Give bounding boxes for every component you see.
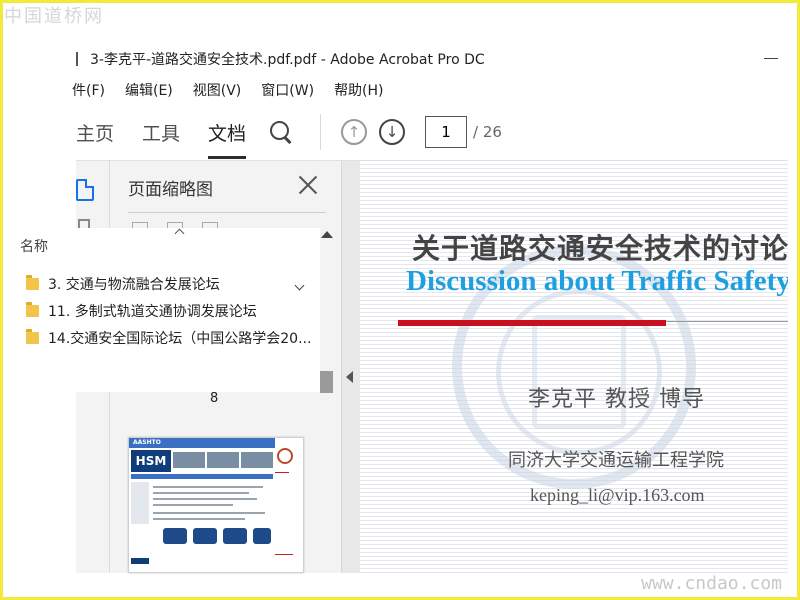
document-icon (76, 52, 84, 66)
menu-edit[interactable]: 编辑(E) (125, 80, 173, 100)
popup-header: 名称 (20, 239, 48, 255)
list-item[interactable]: 14.交通安全国际论坛（中国公路学会20... (26, 324, 320, 351)
page-thumbnail[interactable]: AASHTO HSM (128, 437, 304, 573)
pdf-email: keping_li@vip.163.com (530, 485, 705, 505)
tab-document[interactable]: 文档 (208, 119, 247, 159)
window-titlebar: 3-李克平-道路交通安全技术.pdf.pdf - Adobe Acrobat P… (76, 44, 788, 74)
bookmark-label: 14.交通安全国际论坛（中国公路学会20... (48, 330, 312, 347)
list-item[interactable]: 3. 交通与物流融合发展论坛 (26, 270, 320, 297)
bookmark-label: 3. 交通与物流融合发展论坛 (48, 276, 220, 293)
folder-icon (26, 328, 39, 344)
thumbnail-scrollbar[interactable] (318, 231, 336, 571)
tab-home[interactable]: 主页 (76, 119, 114, 146)
window-title: 3-李克平-道路交通安全技术.pdf.pdf - Adobe Acrobat P… (90, 52, 485, 68)
thumb-text-line (153, 512, 265, 514)
bookmark-list: 3. 交通与物流融合发展论坛 11. 多制式轨道交通协调发展论坛 14.交通安全… (26, 270, 320, 351)
pdf-affiliation: 同济大学交通运输工程学院 (508, 450, 724, 471)
site-watermark-bottom: www.cndao.com (641, 573, 782, 594)
menu-file[interactable]: 件(F) (72, 80, 105, 100)
thumb-photo-strip (173, 452, 273, 468)
thumb-tile (253, 528, 271, 544)
pdf-thin-rule (666, 321, 788, 322)
minimize-button[interactable] (764, 58, 778, 59)
tab-tools[interactable]: 工具 (142, 119, 180, 146)
scroll-up-icon[interactable] (321, 231, 333, 238)
previous-page-icon[interactable]: ↑ (341, 119, 368, 145)
document-area[interactable]: 关于道路交通安全技术的讨论 Discussion about Traffic S… (342, 161, 788, 573)
thumb-text-line (153, 504, 233, 506)
site-watermark-top: 中国道桥网 (4, 6, 104, 27)
thumb-sidebar (131, 482, 149, 524)
folder-icon (26, 301, 39, 317)
thumb-text-line (153, 498, 257, 500)
thumb-header: AASHTO (129, 438, 275, 448)
bookmark-popup: 名称 3. 交通与物流融合发展论坛 11. 多制式轨道交通协调发展论坛 14.交… (0, 228, 320, 392)
thumb-hsm-logo: HSM (131, 450, 171, 472)
list-item[interactable]: 11. 多制式轨道交通协调发展论坛 (26, 297, 320, 324)
thumb-text-line (153, 492, 249, 494)
thumb-blue-bar (131, 474, 273, 479)
thumb-red-rule-bottom (275, 554, 293, 555)
menu-bar: 件(F) 编辑(E) 视图(V) 窗口(W) 帮助(H) (72, 78, 788, 102)
main-toolbar: 主页 工具 文档 ↑ ↓ / 26 (76, 104, 788, 160)
panel-title: 页面缩略图 (128, 180, 213, 200)
chevron-up-icon[interactable] (174, 228, 185, 239)
folder-icon (26, 274, 39, 290)
scroll-thumb[interactable] (320, 371, 333, 393)
toolbar-divider (320, 114, 322, 150)
panel-divider (128, 212, 326, 213)
thumb-tile (163, 528, 187, 544)
next-page-icon[interactable]: ↓ (379, 119, 406, 145)
thumb-text-line (153, 486, 263, 488)
bookmark-label: 11. 多制式轨道交通协调发展论坛 (48, 303, 257, 320)
thumb-red-rule (275, 472, 289, 473)
search-icon[interactable] (268, 119, 294, 145)
thumb-tile (223, 528, 247, 544)
menu-view[interactable]: 视图(V) (193, 80, 242, 100)
pdf-author: 李克平 教授 博导 (528, 387, 705, 412)
menu-help[interactable]: 帮助(H) (334, 80, 383, 100)
pdf-red-rule (398, 320, 666, 326)
pdf-title-chinese: 关于道路交通安全技术的讨论 (412, 232, 788, 265)
thumb-footer-logo (131, 558, 149, 564)
page-total: / 26 (473, 123, 502, 141)
page-thumbnails-icon[interactable] (76, 179, 94, 201)
thumbnail-page-number: 8 (210, 391, 219, 406)
thumb-text-line (153, 518, 245, 520)
thumb-seal-icon (277, 448, 293, 464)
collapse-panel-icon[interactable] (346, 371, 353, 383)
pdf-page[interactable]: 关于道路交通安全技术的讨论 Discussion about Traffic S… (360, 161, 788, 573)
page-number-input[interactable] (425, 116, 468, 148)
pdf-title-english: Discussion about Traffic Safety (406, 265, 788, 297)
close-icon[interactable] (298, 175, 318, 195)
thumb-tile (193, 528, 217, 544)
menu-window[interactable]: 窗口(W) (261, 80, 314, 100)
